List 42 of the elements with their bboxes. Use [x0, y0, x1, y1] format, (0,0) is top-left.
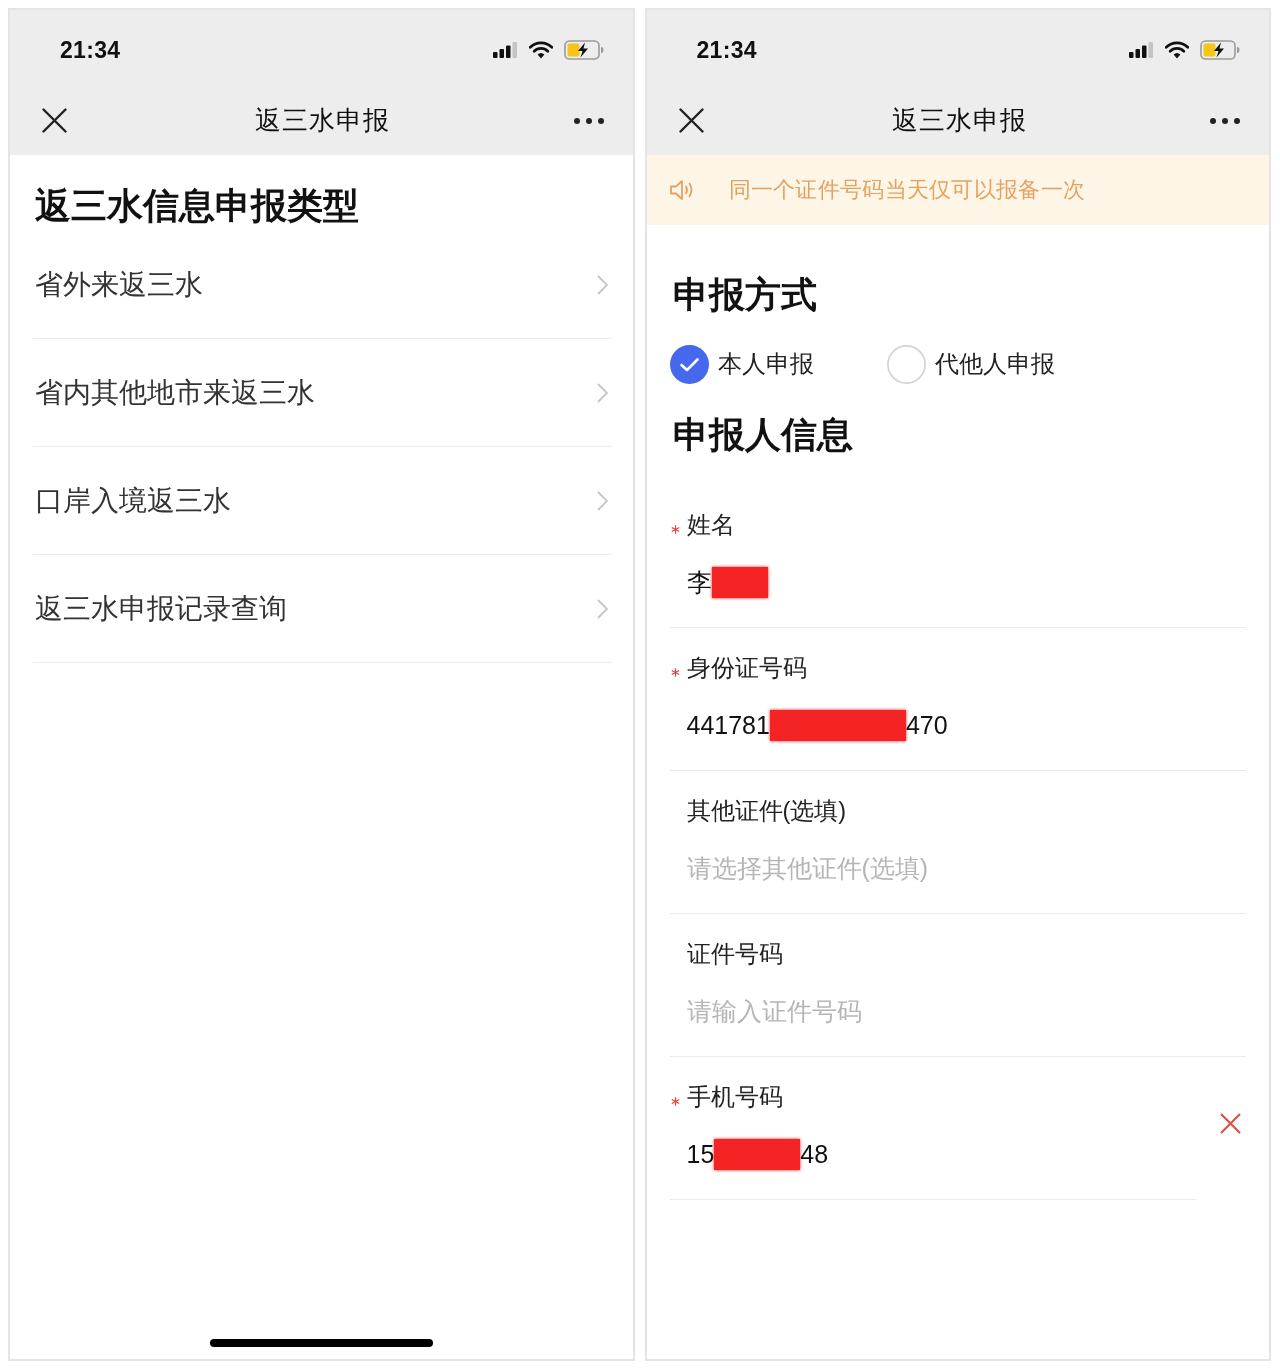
radio-unchecked-icon[interactable]	[886, 344, 926, 384]
nav-title: 返三水申报	[891, 104, 1027, 137]
input-field[interactable]: 请输入证件号码	[669, 986, 1246, 1036]
more-icon[interactable]	[1210, 117, 1240, 124]
input-field[interactable]: 15 48	[669, 1129, 829, 1179]
menu-item[interactable]: 省外来返三水	[33, 231, 612, 339]
menu-item[interactable]: 返三水申报记录查询	[33, 555, 612, 663]
more-icon[interactable]	[573, 117, 604, 124]
signal-icon	[492, 42, 518, 58]
page-heading: 返三水信息申报类型	[34, 184, 359, 228]
field-label: 证件号码	[686, 940, 783, 969]
chevron-right-icon	[596, 382, 608, 403]
notice-text: 同一个证件号码当天仅可以报备一次	[728, 176, 1086, 204]
radio-option[interactable]: 代他人申报	[886, 344, 1104, 384]
chevron-right-icon	[596, 598, 608, 619]
menu-item[interactable]: 口岸入境返三水	[33, 447, 612, 555]
section-title: 申报人信息	[671, 413, 853, 457]
field-label: 手机号码	[686, 1083, 783, 1112]
menu-item[interactable]: 省内其他地市来返三水	[33, 339, 612, 447]
chevron-right-icon	[596, 490, 608, 511]
wifi-icon	[1165, 41, 1189, 59]
battery-icon	[1200, 40, 1240, 60]
close-icon[interactable]	[42, 108, 67, 133]
field-label: 姓名	[686, 511, 735, 540]
section-title: 申报方式	[671, 273, 817, 317]
battery-icon	[563, 40, 604, 60]
status-time: 21:34	[696, 36, 757, 64]
chevron-right-icon	[596, 274, 608, 295]
field-label: 身份证号码	[686, 654, 807, 683]
input-field[interactable]: 441781 470	[669, 700, 948, 750]
redaction-block	[711, 566, 768, 598]
clear-icon[interactable]	[1220, 1113, 1241, 1134]
nav-title: 返三水申报	[255, 104, 391, 137]
input-field[interactable]: 请选择其他证件(选填)	[669, 843, 1246, 893]
status-time: 21:34	[60, 36, 121, 64]
field-label: 其他证件(选填)	[686, 797, 847, 826]
radio-option[interactable]: 本人申报	[669, 344, 887, 384]
input-field[interactable]: 李	[669, 557, 768, 607]
signal-icon	[1129, 42, 1154, 58]
close-icon[interactable]	[678, 108, 704, 133]
radio-checked-icon[interactable]	[669, 344, 709, 384]
wifi-icon	[528, 41, 553, 59]
